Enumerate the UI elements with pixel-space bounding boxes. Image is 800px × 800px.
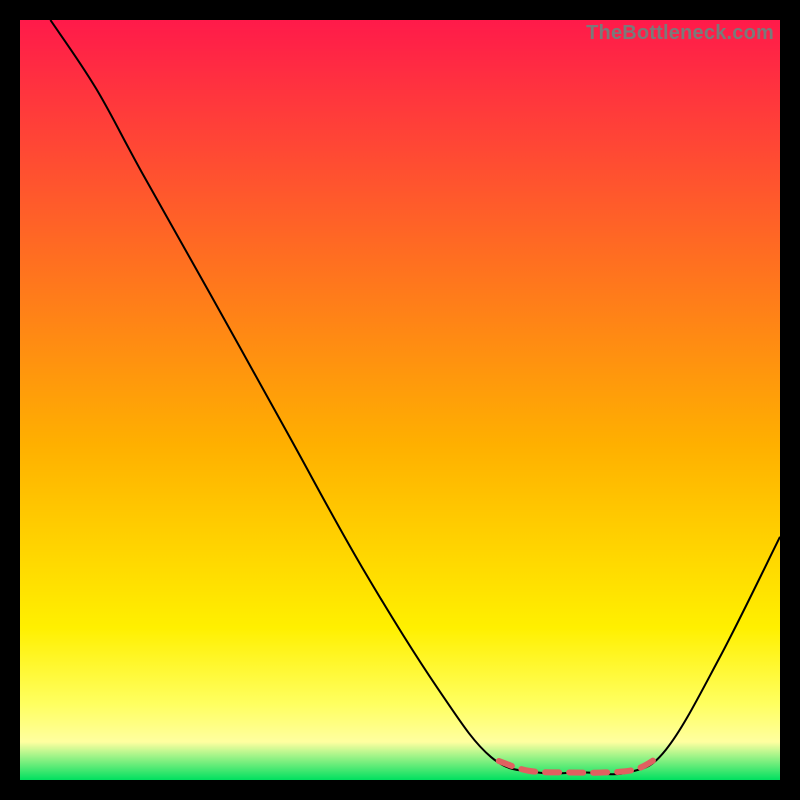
chart-plot-area: TheBottleneck.com bbox=[20, 20, 780, 780]
chart-svg bbox=[20, 20, 780, 780]
chart-frame: TheBottleneck.com bbox=[0, 0, 800, 800]
bottleneck-curve-line bbox=[50, 20, 780, 774]
